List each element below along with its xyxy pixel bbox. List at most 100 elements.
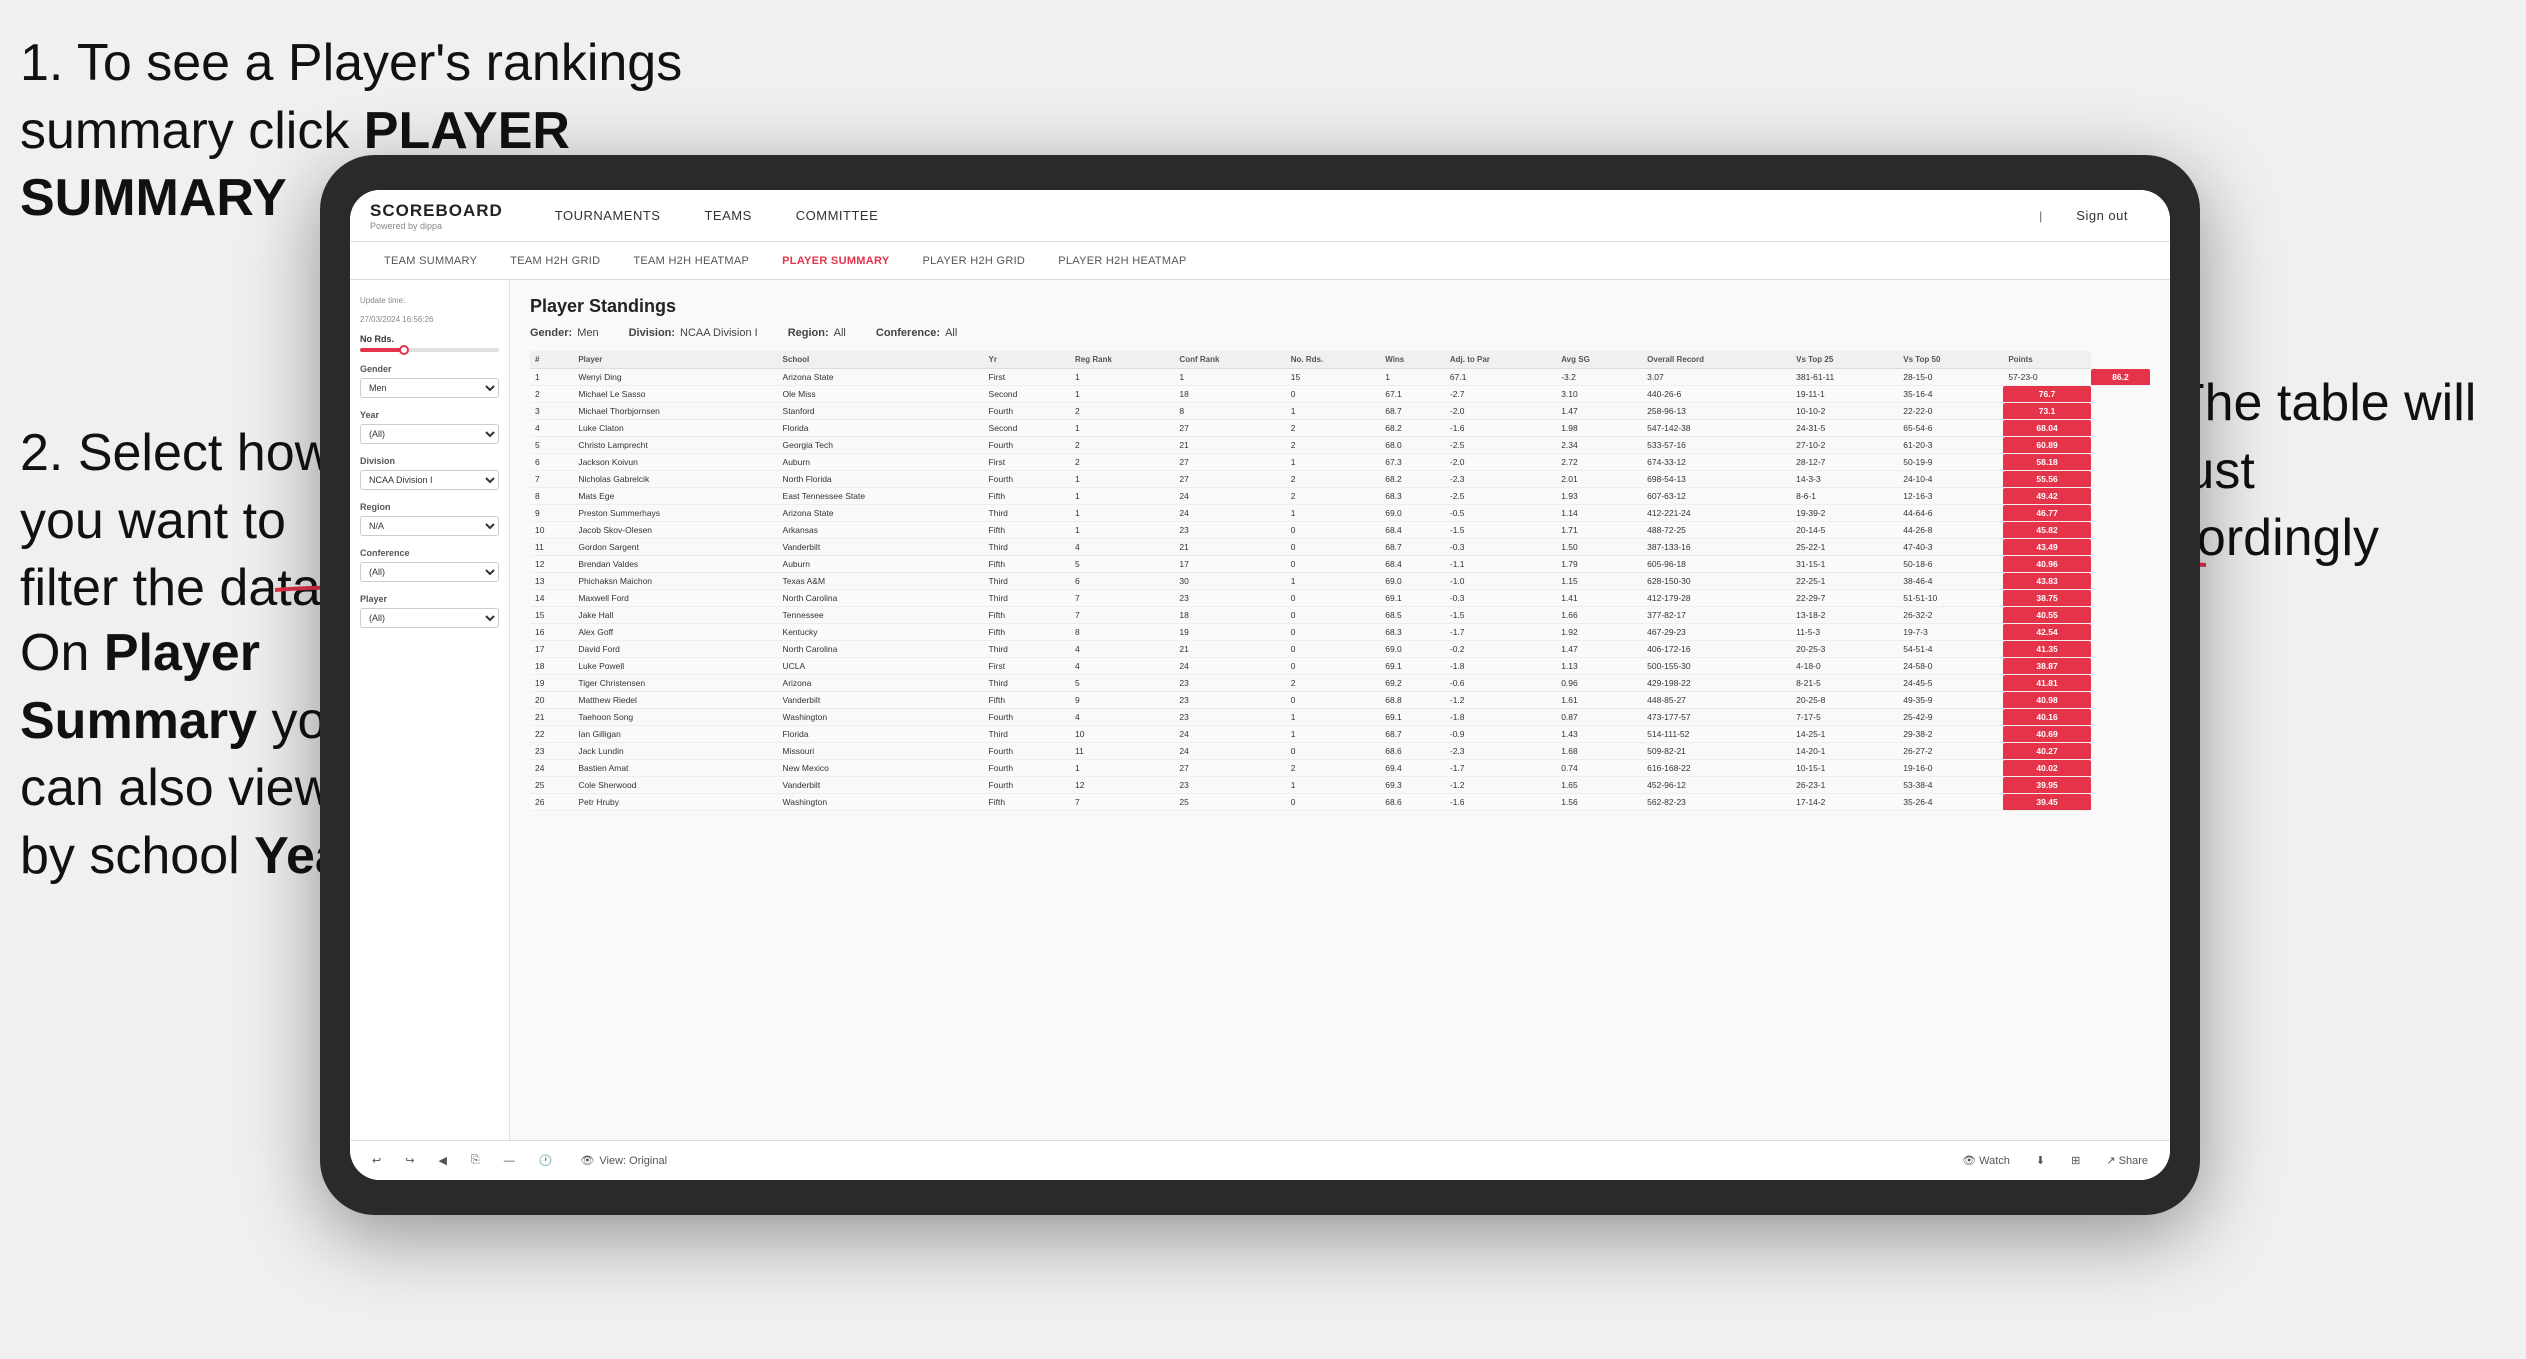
- sidebar-division-select[interactable]: NCAA Division I NCAA Division II: [360, 470, 499, 490]
- table-cell: 5: [530, 437, 573, 454]
- table-cell: 50-19-9: [1898, 454, 2003, 471]
- toolbar-clock[interactable]: 🕐: [533, 1150, 559, 1171]
- table-row: 5Christo LamprechtGeorgia TechFourth2212…: [530, 437, 2150, 454]
- toolbar-download[interactable]: ⬇: [2030, 1150, 2051, 1171]
- table-cell: 3.07: [1642, 369, 1791, 386]
- table-cell: 15: [530, 607, 573, 624]
- toolbar-back[interactable]: ◀: [432, 1150, 452, 1171]
- table-cell: 23: [1174, 777, 1285, 794]
- toolbar-copy[interactable]: ⎘: [465, 1150, 486, 1171]
- table-row: 22Ian GilliganFloridaThird1024168.7-0.91…: [530, 726, 2150, 743]
- table-cell: 25: [530, 777, 573, 794]
- toolbar-filter-icon[interactable]: ⊞: [2065, 1150, 2086, 1171]
- sidebar-region-select[interactable]: N/A: [360, 516, 499, 536]
- table-cell: North Florida: [778, 471, 984, 488]
- nav-teams[interactable]: TEAMS: [682, 190, 773, 242]
- subnav-player-summary[interactable]: PLAYER SUMMARY: [768, 242, 903, 280]
- subnav-team-h2h-heatmap[interactable]: TEAM H2H HEATMAP: [619, 242, 763, 280]
- table-cell: 45.82: [2003, 522, 2091, 539]
- col-points: Points: [2003, 351, 2091, 369]
- toolbar-view[interactable]: 👁 View: Original: [580, 1154, 667, 1167]
- table-cell: 24: [530, 760, 573, 777]
- filter-division-value: NCAA Division I: [680, 327, 758, 339]
- table-cell: Fifth: [984, 522, 1070, 539]
- table-cell: 7: [1070, 607, 1174, 624]
- table-cell: 0: [1286, 539, 1381, 556]
- table-cell: 69.4: [1380, 760, 1445, 777]
- toolbar-watch[interactable]: 👁 Watch: [1956, 1150, 2016, 1171]
- table-cell: 24: [1174, 505, 1285, 522]
- table-cell: 69.1: [1380, 658, 1445, 675]
- sidebar-year-label: Year: [360, 410, 499, 420]
- toolbar-redo[interactable]: ↪: [399, 1150, 420, 1171]
- table-cell: 14-25-1: [1791, 726, 1898, 743]
- slider-container[interactable]: [360, 348, 499, 352]
- table-cell: Second: [984, 386, 1070, 403]
- nav-tournaments[interactable]: TOURNAMENTS: [533, 190, 683, 242]
- table-cell: 69.3: [1380, 777, 1445, 794]
- table-cell: 7: [530, 471, 573, 488]
- toolbar-share[interactable]: ↗ Share: [2100, 1150, 2154, 1171]
- table-cell: 0: [1286, 556, 1381, 573]
- table-area: Player Standings Gender: Men Division: N…: [510, 280, 2170, 1140]
- table-cell: 23: [1174, 522, 1285, 539]
- table-cell: New Mexico: [778, 760, 984, 777]
- table-cell: Jacob Skov-Olesen: [573, 522, 777, 539]
- subnav-team-summary[interactable]: TEAM SUMMARY: [370, 242, 491, 280]
- subnav-player-h2h-heatmap[interactable]: PLAYER H2H HEATMAP: [1044, 242, 1200, 280]
- sidebar-gender-select[interactable]: Men Women: [360, 378, 499, 398]
- table-cell: 41.35: [2003, 641, 2091, 658]
- table-cell: 440-26-6: [1642, 386, 1791, 403]
- ipad-screen: SCOREBOARD Powered by dippa TOURNAMENTS …: [350, 190, 2170, 1180]
- table-cell: 30: [1174, 573, 1285, 590]
- table-cell: 24: [1174, 726, 1285, 743]
- filter-gender-label: Gender:: [530, 327, 572, 339]
- table-cell: 6: [530, 454, 573, 471]
- sidebar-division-label: Division: [360, 456, 499, 466]
- table-cell: 25-42-9: [1898, 709, 2003, 726]
- table-cell: Third: [984, 675, 1070, 692]
- filter-conference-label: Conference:: [876, 327, 940, 339]
- table-cell: 28-15-0: [1898, 369, 2003, 386]
- table-cell: 387-133-16: [1642, 539, 1791, 556]
- table-cell: Gordon Sargent: [573, 539, 777, 556]
- table-cell: 4: [1070, 641, 1174, 658]
- table-cell: Luke Powell: [573, 658, 777, 675]
- sidebar-year-select[interactable]: (All) First Second Third Fourth Fifth: [360, 424, 499, 444]
- table-cell: 20-25-8: [1791, 692, 1898, 709]
- sidebar-player-select[interactable]: (All): [360, 608, 499, 628]
- table-row: 3Michael ThorbjornsenStanfordFourth28168…: [530, 403, 2150, 420]
- sidebar-conference-select[interactable]: (All): [360, 562, 499, 582]
- table-row: 9Preston SummerhaysArizona StateThird124…: [530, 505, 2150, 522]
- table-cell: 19-11-1: [1791, 386, 1898, 403]
- table-row: 11Gordon SargentVanderbiltThird421068.7-…: [530, 539, 2150, 556]
- subnav-team-h2h-grid[interactable]: TEAM H2H GRID: [496, 242, 614, 280]
- table-cell: 258-96-13: [1642, 403, 1791, 420]
- table-cell: 20-25-3: [1791, 641, 1898, 658]
- table-cell: 23: [1174, 675, 1285, 692]
- toolbar-dash[interactable]: —: [498, 1151, 521, 1171]
- table-cell: 15: [1286, 369, 1381, 386]
- nav-committee[interactable]: COMMITTEE: [774, 190, 901, 242]
- sidebar-conference-label: Conference: [360, 548, 499, 558]
- subnav-player-h2h-grid[interactable]: PLAYER H2H GRID: [908, 242, 1039, 280]
- table-cell: 19-16-0: [1898, 760, 2003, 777]
- table-cell: Ian Gilligan: [573, 726, 777, 743]
- table-cell: Michael Thorbjornsen: [573, 403, 777, 420]
- table-body: 1Wenyi DingArizona StateFirst1115167.1-3…: [530, 369, 2150, 811]
- table-cell: -1.6: [1445, 420, 1556, 437]
- table-cell: 58.18: [2003, 454, 2091, 471]
- table-cell: 0: [1286, 658, 1381, 675]
- table-cell: 27: [1174, 471, 1285, 488]
- table-cell: 605-96-18: [1642, 556, 1791, 573]
- table-cell: 18: [1174, 386, 1285, 403]
- filter-division: Division: NCAA Division I: [629, 327, 758, 339]
- sign-out-button[interactable]: Sign out: [2054, 190, 2150, 242]
- annotation-step1-text: 1. To see a Player's rankings summary cl…: [20, 34, 682, 160]
- table-cell: 50-18-6: [1898, 556, 2003, 573]
- table-cell: 3: [530, 403, 573, 420]
- toolbar-undo[interactable]: ↩: [366, 1150, 387, 1171]
- table-cell: Fourth: [984, 709, 1070, 726]
- table-cell: 8: [1174, 403, 1285, 420]
- annotation-bottom-pre: On: [20, 624, 104, 682]
